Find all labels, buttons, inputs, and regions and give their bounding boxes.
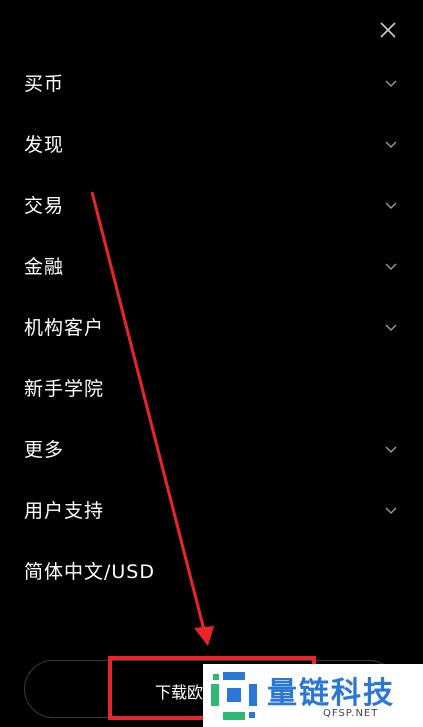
menu-item-label: 交易: [24, 195, 65, 217]
chevron-down-icon: [385, 324, 397, 331]
chevron-down-icon: [385, 263, 397, 270]
menu-item-buy-crypto[interactable]: 买币: [0, 52, 423, 113]
menu-item-more[interactable]: 更多: [0, 418, 423, 479]
menu-item-label: 发现: [24, 134, 65, 156]
watermark-subtitle: QFSP.NET: [323, 708, 379, 719]
menu-item-label: 金融: [24, 256, 65, 278]
menu-item-language[interactable]: 简体中文/USD: [0, 540, 423, 601]
watermark: 量链科技 QFSP.NET: [203, 664, 423, 727]
menu-item-academy[interactable]: 新手学院: [0, 357, 423, 418]
nav-menu: 买币 发现 交易 金融 机构客户 新手学院 更多 用户支持 简体中文/USD: [0, 52, 423, 601]
close-icon: [380, 22, 396, 38]
menu-item-label: 机构客户: [24, 317, 105, 339]
chevron-down-icon: [385, 507, 397, 514]
menu-item-label: 新手学院: [24, 378, 105, 400]
menu-item-finance[interactable]: 金融: [0, 235, 423, 296]
menu-item-label: 用户支持: [24, 500, 105, 522]
menu-item-label: 简体中文/USD: [24, 561, 155, 583]
menu-item-label: 买币: [24, 73, 65, 95]
menu-item-discover[interactable]: 发现: [0, 113, 423, 174]
watermark-title: 量链科技: [267, 676, 395, 711]
menu-item-trade[interactable]: 交易: [0, 174, 423, 235]
menu-item-institutional[interactable]: 机构客户: [0, 296, 423, 357]
menu-item-label: 更多: [24, 439, 65, 461]
watermark-logo-icon: [211, 672, 257, 720]
chevron-down-icon: [385, 141, 397, 148]
chevron-down-icon: [385, 202, 397, 209]
menu-item-support[interactable]: 用户支持: [0, 479, 423, 540]
close-button[interactable]: [376, 18, 400, 42]
chevron-down-icon: [385, 80, 397, 87]
chevron-down-icon: [385, 446, 397, 453]
